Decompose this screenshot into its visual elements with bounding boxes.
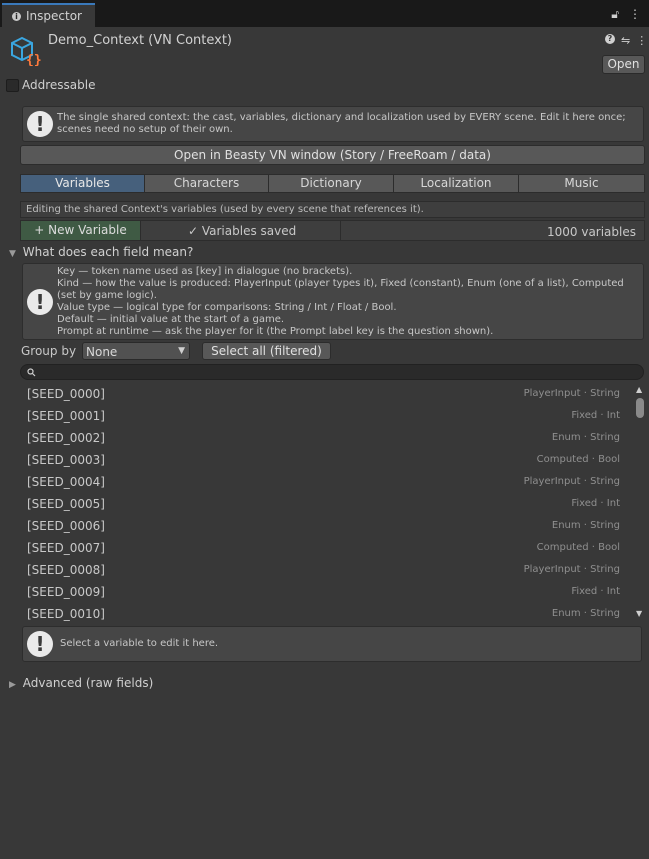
group-by-label: Group by xyxy=(21,344,77,358)
vn-context-asset-icon: {} xyxy=(11,36,42,66)
advanced-label: Advanced (raw fields) xyxy=(22,676,154,690)
group-by-value: None xyxy=(86,345,118,359)
svg-text:{}: {} xyxy=(26,53,42,66)
warning-icon: ! xyxy=(27,111,53,137)
chevron-down-icon: ▼ xyxy=(178,346,185,356)
inspector-tab[interactable]: i Inspector xyxy=(2,3,95,27)
variable-key: [SEED_0010] xyxy=(27,607,105,621)
scroll-up-icon[interactable]: ▲ xyxy=(636,385,642,394)
list-item[interactable]: [SEED_0003] Computed · Bool xyxy=(20,449,632,471)
asset-title: Demo_Context (VN Context) xyxy=(48,33,233,48)
help-icon[interactable]: ? xyxy=(605,34,615,44)
help-line: Value type — logical type for comparison… xyxy=(57,302,397,313)
variable-key: [SEED_0006] xyxy=(27,519,105,533)
header-icons: ? ⇋ ⋮ xyxy=(605,34,647,47)
tab-variables[interactable]: Variables xyxy=(20,174,145,193)
advanced-foldout[interactable]: ▶ Advanced (raw fields) xyxy=(9,676,153,690)
list-item[interactable]: [SEED_0008] PlayerInput · String xyxy=(20,559,632,581)
preset-sliders-icon[interactable]: ⇋ xyxy=(621,34,630,47)
variable-key: [SEED_0000] xyxy=(27,387,105,401)
variable-count-bar: 1000 variables xyxy=(340,220,645,241)
group-by-dropdown[interactable]: None ▼ xyxy=(82,342,190,360)
select-hint-box: ! Select a variable to edit it here. xyxy=(22,626,642,662)
list-item[interactable]: [SEED_0004] PlayerInput · String xyxy=(20,471,632,493)
variable-kind-type: Computed · Bool xyxy=(536,454,620,465)
variable-kind-type: Fixed · Int xyxy=(571,586,620,597)
variable-key: [SEED_0007] xyxy=(27,541,105,555)
list-item[interactable]: [SEED_0005] Fixed · Int xyxy=(20,493,632,515)
list-item[interactable]: [SEED_0001] Fixed · Int xyxy=(20,405,632,427)
search-icon xyxy=(27,368,36,377)
warning-icon: ! xyxy=(27,631,53,657)
field-help-text: Key — token name used as [key] in dialog… xyxy=(57,266,637,338)
lock-icon[interactable]: 🔓︎ xyxy=(611,7,619,22)
tab-dictionary[interactable]: Dictionary xyxy=(268,174,394,193)
variable-kind-type: Enum · String xyxy=(551,608,620,619)
foldout-collapsed-icon: ▶ xyxy=(9,680,16,690)
variable-key: [SEED_0004] xyxy=(27,475,105,489)
variable-kind-type: Computed · Bool xyxy=(536,542,620,553)
variable-kind-type: Fixed · Int xyxy=(571,410,620,421)
field-help-title: What does each field mean? xyxy=(22,245,194,259)
list-item[interactable]: [SEED_0007] Computed · Bool xyxy=(20,537,632,559)
field-help-foldout[interactable]: ▼ What does each field mean? xyxy=(9,245,193,259)
addressable-label: Addressable xyxy=(22,78,96,92)
info-text: The single shared context: the cast, var… xyxy=(57,112,626,135)
variable-kind-type: Enum · String xyxy=(551,432,620,443)
search-input[interactable] xyxy=(20,364,644,380)
open-vn-window-button[interactable]: Open in Beasty VN window (Story / FreeRo… xyxy=(20,145,645,165)
help-line: Key — token name used as [key] in dialog… xyxy=(57,266,353,277)
warning-icon: ! xyxy=(27,289,53,315)
variable-key: [SEED_0001] xyxy=(27,409,105,423)
shared-context-info-box: ! The single shared context: the cast, v… xyxy=(22,106,644,142)
variable-kind-type: Fixed · Int xyxy=(571,498,620,509)
kebab-menu-icon[interactable]: ⋮ xyxy=(636,34,647,47)
variable-kind-type: PlayerInput · String xyxy=(523,564,620,575)
variable-key: [SEED_0002] xyxy=(27,431,105,445)
addressable-checkbox[interactable] xyxy=(6,79,19,92)
variable-kind-type: Enum · String xyxy=(551,520,620,531)
variable-key: [SEED_0008] xyxy=(27,563,105,577)
variable-kind-type: PlayerInput · String xyxy=(523,388,620,399)
kebab-menu-icon[interactable]: ⋮ xyxy=(629,7,641,22)
tab-characters[interactable]: Characters xyxy=(144,174,269,193)
help-line: Prompt at runtime — ask the player for i… xyxy=(57,326,494,337)
window-controls: 🔓︎ ⋮ xyxy=(611,7,641,22)
help-line: Kind — how the value is produced: Player… xyxy=(57,278,624,301)
variable-key: [SEED_0005] xyxy=(27,497,105,511)
scroll-down-icon[interactable]: ▼ xyxy=(636,609,642,618)
inspector-tab-label: Inspector xyxy=(26,9,82,23)
open-button[interactable]: Open xyxy=(602,55,645,74)
variable-kind-type: PlayerInput · String xyxy=(523,476,620,487)
new-variable-button[interactable]: + New Variable xyxy=(20,220,141,241)
tab-localization[interactable]: Localization xyxy=(393,174,519,193)
scrollbar-thumb[interactable] xyxy=(636,398,644,418)
tab-music[interactable]: Music xyxy=(518,174,645,193)
save-status-bar: ✓ Variables saved xyxy=(140,220,341,241)
window-tab-bar xyxy=(0,0,649,27)
editing-note-bar: Editing the shared Context's variables (… xyxy=(20,201,645,218)
list-item[interactable]: [SEED_0002] Enum · String xyxy=(20,427,632,449)
foldout-expanded-icon: ▼ xyxy=(9,249,16,259)
select-all-button[interactable]: Select all (filtered) xyxy=(202,342,331,360)
variable-count: 1000 variables xyxy=(546,225,636,239)
saved-status: ✓ Variables saved xyxy=(188,224,297,238)
help-line: Default — initial value at the start of … xyxy=(57,314,285,325)
editing-note: Editing the shared Context's variables (… xyxy=(26,204,424,215)
list-item[interactable]: [SEED_0000] PlayerInput · String xyxy=(20,383,632,405)
select-hint-text: Select a variable to edit it here. xyxy=(60,638,219,649)
field-help-box: ! Key — token name used as [key] in dial… xyxy=(22,263,644,340)
variable-list: [SEED_0000] PlayerInput · String [SEED_00… xyxy=(20,383,632,623)
list-item[interactable]: [SEED_0006] Enum · String xyxy=(20,515,632,537)
variable-key: [SEED_0003] xyxy=(27,453,105,467)
list-scrollbar[interactable]: ▲ ▼ xyxy=(633,383,646,623)
list-item[interactable]: [SEED_0010] Enum · String xyxy=(20,603,632,625)
list-item[interactable]: [SEED_0009] Fixed · Int xyxy=(20,581,632,603)
variable-key: [SEED_0009] xyxy=(27,585,105,599)
info-icon: i xyxy=(12,11,21,21)
